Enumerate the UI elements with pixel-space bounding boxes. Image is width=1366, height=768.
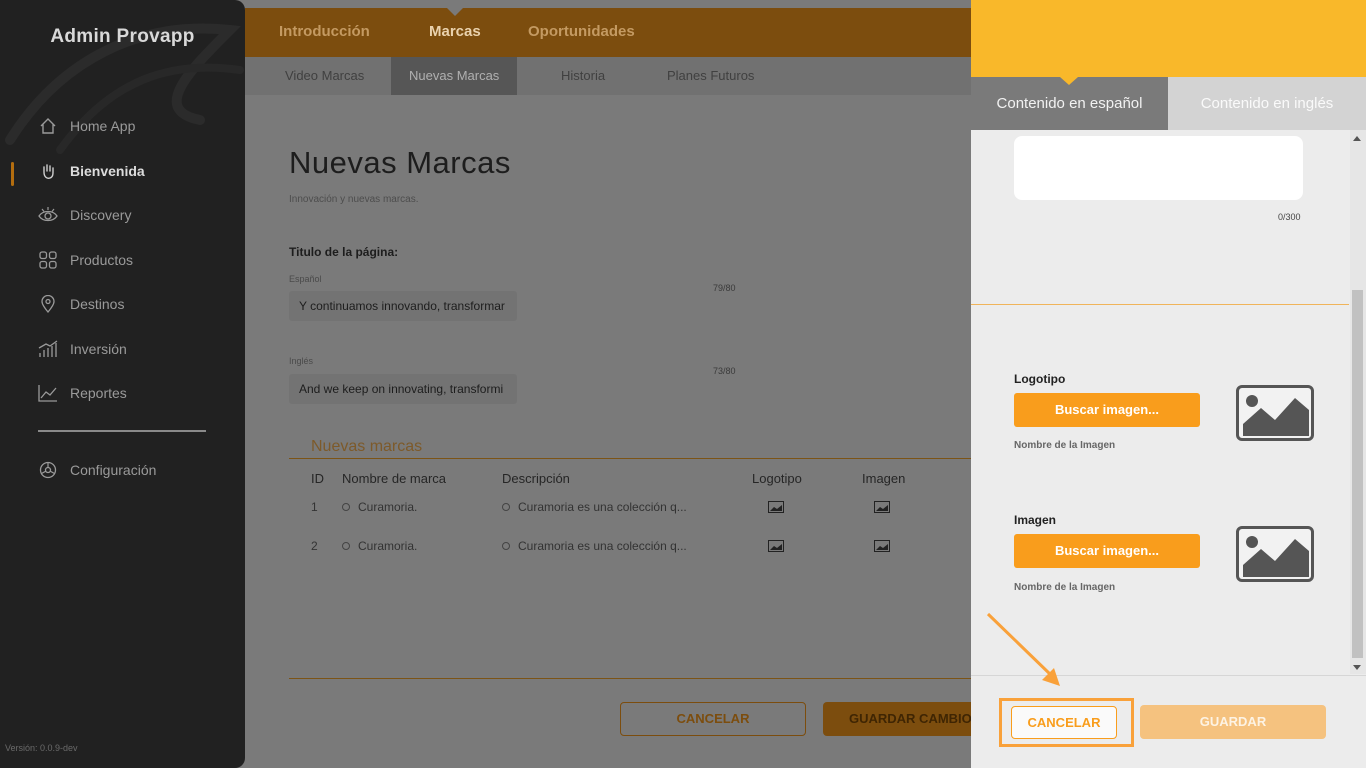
spanish-char-counter: 79/80 [713, 283, 736, 293]
image-icon [874, 540, 890, 552]
main-save-changes-button[interactable]: GUARDAR CAMBIOS [823, 702, 971, 736]
sidebar-item-label: Bienvenida [70, 163, 145, 179]
logo-browse-button[interactable]: Buscar imagen... [1014, 393, 1200, 427]
sidebar-divider [38, 430, 206, 432]
logo-label: Logotipo [1014, 372, 1066, 386]
image-file-name: Nombre de la Imagen [1014, 582, 1116, 593]
panel-header [971, 0, 1366, 77]
grid-icon [38, 250, 58, 270]
panel-save-button[interactable]: GUARDAR [1140, 705, 1326, 739]
subtab-historia[interactable]: Historia [561, 57, 605, 95]
row-name: Curamoria. [342, 539, 417, 553]
row-id: 1 [311, 500, 318, 514]
row-description: Curamoria es una colección q... [502, 500, 687, 514]
main-cancel-button[interactable]: CANCELAR [620, 702, 806, 736]
image-placeholder-icon [1243, 536, 1309, 577]
tab-oportunidades[interactable]: Oportunidades [528, 23, 635, 40]
sidebar-item-label: Destinos [70, 296, 125, 312]
active-tab-pointer [1060, 77, 1078, 85]
column-header-name: Nombre de marca [342, 471, 447, 486]
image-icon [768, 540, 784, 552]
location-pin-icon [38, 294, 58, 314]
logo-preview [1236, 385, 1314, 441]
row-id: 2 [311, 539, 318, 553]
sidebar-item-productos[interactable]: Productos [38, 250, 133, 270]
version-label: Versión: 0.0.9-dev [5, 743, 78, 753]
home-icon [38, 116, 58, 136]
row-name: Curamoria. [342, 500, 417, 514]
active-tab-pointer [447, 8, 463, 16]
description-textarea[interactable] [1014, 136, 1303, 200]
page-title-field-label: Titulo de la página: [289, 245, 399, 259]
sidebar-item-reportes[interactable]: Reportes [38, 383, 127, 403]
image-preview [1236, 526, 1314, 582]
sub-navigation: Video Marcas Nuevas Marcas Historia Plan… [245, 57, 971, 95]
english-title-input[interactable]: And we keep on innovating, transformi [289, 374, 517, 404]
section-divider [289, 458, 971, 459]
sidebar-item-discovery[interactable]: Discovery [38, 205, 131, 225]
sidebar-item-inversion[interactable]: Inversión [38, 339, 127, 359]
active-indicator [11, 162, 14, 186]
tab-introduccion[interactable]: Introducción [279, 23, 370, 40]
decorative-swoosh [5, 23, 244, 154]
scroll-up-icon[interactable] [1353, 136, 1361, 141]
column-header-image: Imagen [862, 471, 906, 486]
sidebar-item-label: Configuración [70, 462, 157, 478]
line-chart-icon [38, 383, 58, 403]
subtab-planes-futuros[interactable]: Planes Futuros [667, 57, 754, 95]
sidebar: Admin Provapp Home App Bienvenida Discov… [0, 0, 245, 768]
spanish-title-input[interactable]: Y continuamos innovando, transformar [289, 291, 517, 321]
dot-icon [502, 542, 510, 550]
eye-icon [38, 205, 58, 225]
column-header-description: Descripción [502, 471, 570, 486]
column-header-logo: Logotipo [752, 471, 802, 486]
sidebar-item-label: Inversión [70, 341, 127, 357]
image-icon [874, 501, 890, 513]
sidebar-item-label: Productos [70, 252, 134, 268]
waving-hand-icon [38, 161, 58, 181]
dot-icon [342, 542, 350, 550]
gear-icon [38, 460, 58, 480]
bar-chart-icon [38, 339, 58, 359]
scroll-down-icon[interactable] [1353, 665, 1361, 670]
english-field-label: Inglés [289, 356, 314, 366]
sidebar-item-bienvenida[interactable]: Bienvenida [38, 161, 145, 181]
dot-icon [502, 503, 510, 511]
brand-title: Admin Provapp [50, 26, 195, 47]
row-description: Curamoria es una colección q... [502, 539, 687, 553]
sidebar-item-destinos[interactable]: Destinos [38, 294, 124, 314]
sidebar-item-label: Discovery [70, 207, 132, 223]
logo-image-name: Nombre de la Imagen [1014, 440, 1116, 451]
sidebar-item-label: Home App [70, 118, 136, 134]
tab-contenido-ingles[interactable]: Contenido en inglés [1168, 77, 1366, 130]
top-navigation: Introducción Marcas Oportunidades [245, 8, 971, 57]
page-subtitle: Innovación y nuevas marcas. [289, 194, 419, 205]
english-char-counter: 73/80 [713, 366, 736, 376]
page-title: Nuevas Marcas [289, 145, 511, 180]
image-placeholder-icon [1243, 395, 1309, 436]
sidebar-item-home-app[interactable]: Home App [38, 116, 135, 136]
image-label: Imagen [1014, 513, 1057, 527]
sidebar-item-label: Reportes [70, 385, 127, 401]
subtab-nuevas-marcas[interactable]: Nuevas Marcas [391, 57, 518, 95]
dot-icon [342, 503, 350, 511]
panel-scrollbar[interactable] [1350, 130, 1366, 674]
column-header-id: ID [311, 471, 324, 486]
scroll-thumb[interactable] [1352, 290, 1363, 658]
sidebar-item-configuracion[interactable]: Configuración [38, 460, 156, 480]
description-char-counter: 0/300 [1278, 212, 1301, 222]
panel-cancel-button[interactable]: CANCELAR [1011, 706, 1117, 739]
section-title: Nuevas marcas [311, 438, 423, 455]
panel-divider [971, 304, 1349, 305]
tab-marcas[interactable]: Marcas [429, 23, 481, 40]
spanish-field-label: Español [289, 274, 322, 284]
image-browse-button[interactable]: Buscar imagen... [1014, 534, 1200, 568]
subtab-video-marcas[interactable]: Video Marcas [285, 57, 364, 95]
image-icon [768, 501, 784, 513]
form-bottom-divider [289, 678, 971, 679]
annotation-arrow-icon [986, 612, 1060, 686]
